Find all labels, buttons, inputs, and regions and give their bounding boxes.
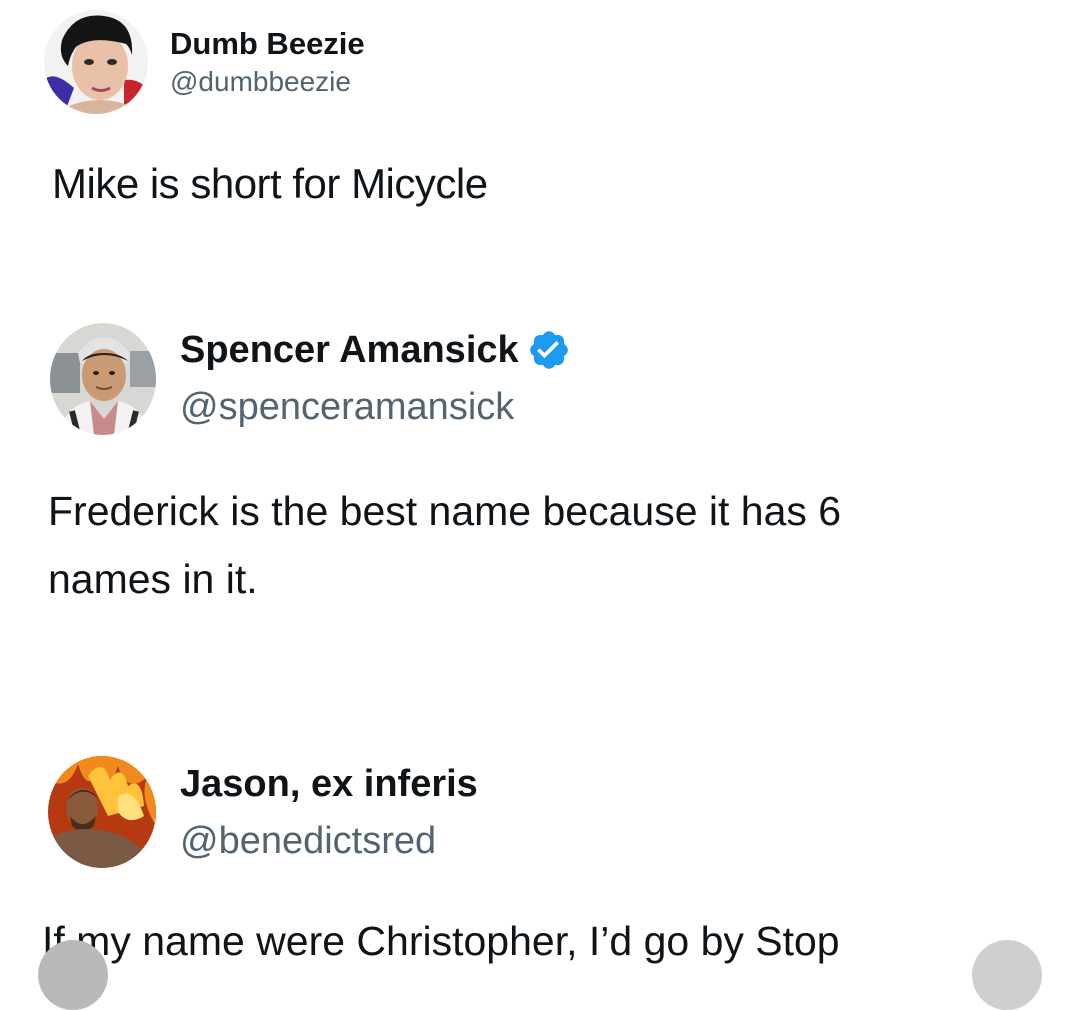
display-name[interactable]: Jason, ex inferis bbox=[180, 763, 478, 806]
name-row: Jason, ex inferis bbox=[180, 763, 478, 806]
display-name[interactable]: Spencer Amansick bbox=[180, 329, 519, 372]
tweet-text: If my name were Christopher, I’d go by S… bbox=[42, 918, 840, 964]
overlay-circle-button[interactable] bbox=[38, 940, 108, 1010]
avatar[interactable] bbox=[44, 10, 148, 114]
avatar[interactable] bbox=[50, 323, 156, 435]
tweet-text-line-2: names in it. bbox=[48, 556, 258, 602]
avatar[interactable] bbox=[48, 756, 156, 868]
portrait-fire-avatar bbox=[48, 756, 156, 868]
verified-badge-icon bbox=[529, 331, 568, 369]
handle[interactable]: @benedictsred bbox=[180, 820, 436, 863]
handle[interactable]: @spenceramansick bbox=[180, 386, 514, 429]
display-name[interactable]: Dumb Beezie bbox=[170, 26, 365, 62]
overlay-circle-button[interactable] bbox=[972, 940, 1042, 1010]
portrait-man-avatar bbox=[50, 323, 156, 435]
name-row: Spencer Amansick bbox=[180, 328, 571, 372]
portrait-woman-avatar bbox=[44, 10, 148, 114]
tweet-text: Mike is short for Micycle bbox=[52, 160, 488, 207]
name-row: Dumb Beezie bbox=[170, 26, 365, 62]
tweet-text-line-1: Frederick is the best name because it ha… bbox=[48, 488, 842, 534]
handle[interactable]: @dumbbeezie bbox=[170, 66, 351, 98]
